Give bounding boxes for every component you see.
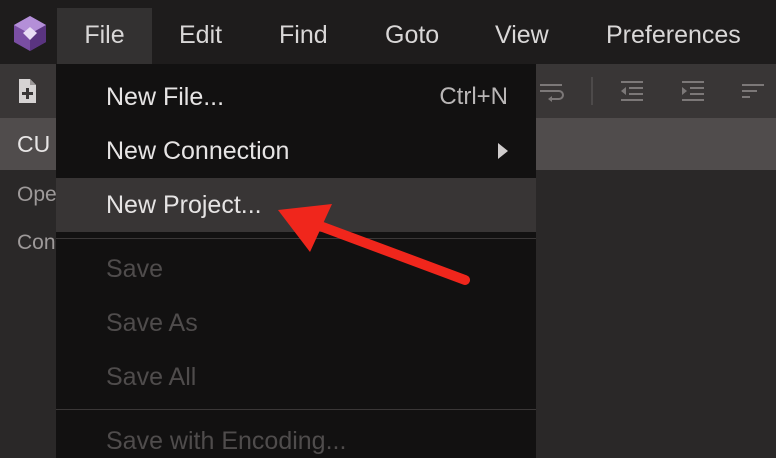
save-all-label: Save All xyxy=(106,363,197,391)
toolbar-separator xyxy=(591,77,593,105)
panel-title: CU xyxy=(17,131,51,157)
indent-icon[interactable] xyxy=(678,76,708,106)
menu-file[interactable]: File xyxy=(57,8,152,64)
outdent-icon[interactable] xyxy=(617,76,647,106)
menu-edit[interactable]: Edit xyxy=(179,8,222,64)
panel-item-connection[interactable]: Con xyxy=(17,231,56,255)
submenu-arrow-icon xyxy=(498,143,508,159)
new-connection-label: New Connection xyxy=(106,137,290,165)
menu-goto[interactable]: Goto xyxy=(385,8,439,64)
menu-item-save-as[interactable]: Save As xyxy=(56,296,536,350)
menu-item-new-connection[interactable]: New Connection xyxy=(56,124,536,178)
menu-divider xyxy=(56,409,536,410)
panel-item-open[interactable]: Ope xyxy=(17,183,57,207)
menu-bar: File Edit Find Goto View Preferences xyxy=(0,0,776,64)
word-wrap-icon[interactable] xyxy=(537,76,567,106)
new-file-icon[interactable] xyxy=(12,76,42,106)
new-file-shortcut: Ctrl+N xyxy=(439,83,508,110)
save-label: Save xyxy=(106,255,163,283)
app-logo-icon[interactable] xyxy=(11,14,49,52)
menu-item-save-with-encoding[interactable]: Save with Encoding... xyxy=(56,414,536,458)
menu-preferences[interactable]: Preferences xyxy=(606,8,741,64)
annotation-arrow-icon xyxy=(278,204,470,285)
menu-item-new-file[interactable]: New File... Ctrl+N xyxy=(56,70,536,124)
new-project-label: New Project... xyxy=(106,191,262,219)
menu-view[interactable]: View xyxy=(495,8,549,64)
menu-item-save-all[interactable]: Save All xyxy=(56,350,536,404)
save-with-encoding-label: Save with Encoding... xyxy=(106,427,347,455)
new-file-label: New File... xyxy=(106,83,225,111)
menu-find[interactable]: Find xyxy=(279,8,328,64)
sort-icon[interactable] xyxy=(739,76,769,106)
save-as-label: Save As xyxy=(106,309,198,337)
